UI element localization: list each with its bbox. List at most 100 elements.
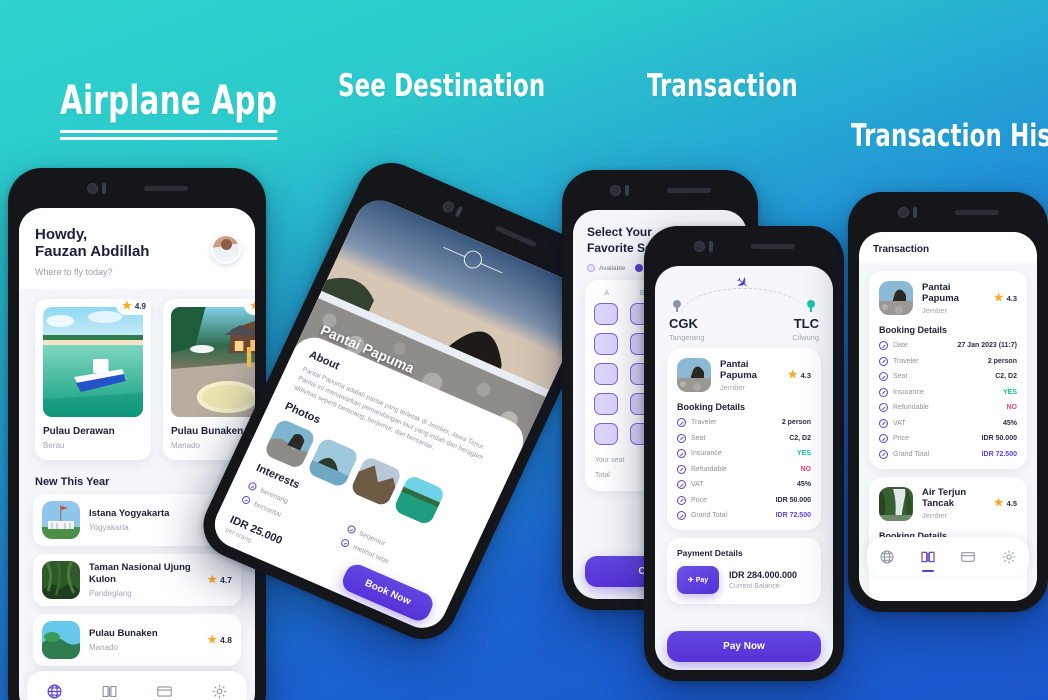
check-icon: [677, 433, 686, 443]
origin-city: Tangerang: [669, 333, 705, 342]
transaction-place: Pantai Papuma Jember ★ 4.3: [879, 281, 1017, 315]
gear-icon[interactable]: [1001, 549, 1017, 565]
book-icon[interactable]: [920, 549, 936, 572]
pay-logo-text: Pay: [695, 576, 709, 584]
check-icon: [677, 449, 686, 458]
phone-home: Howdy, Fauzan Abdillah Where to fly toda…: [8, 168, 266, 700]
detail-value: 27 Jan 2023 (11:7): [957, 342, 1017, 349]
list-item-rating: ★ 4.8: [207, 633, 232, 646]
pay-now-button[interactable]: Pay Now: [667, 631, 821, 662]
home-prompt: Where to fly today?: [35, 267, 113, 277]
card-icon[interactable]: [960, 549, 976, 565]
detail-label: VAT: [691, 481, 704, 488]
detail-label: Seat: [691, 434, 706, 442]
seat-title-line1: Select Your: [587, 225, 652, 239]
front-camera-icon: [86, 182, 106, 194]
rating-value: 4.9: [134, 302, 146, 311]
detail-label: Insurance: [893, 388, 924, 396]
detail-label: Grand Total: [893, 450, 930, 458]
avatar[interactable]: [211, 234, 241, 264]
available-dot-icon: [587, 264, 595, 272]
booking-detail-row: Traveler 2 person: [879, 356, 1017, 366]
place-text: Pantai Papuma Jember: [720, 359, 779, 392]
rating-value: 4.8: [220, 635, 232, 645]
seat-cell[interactable]: [594, 303, 618, 325]
booking-detail-row: Price IDR 50.000: [677, 495, 811, 505]
transaction-page-title: Transaction: [859, 232, 1037, 263]
check-icon: [677, 511, 686, 520]
star-icon: ★: [250, 300, 255, 312]
detail-value: C2, D2: [789, 434, 811, 442]
list-item-name: Taman Nasional Ujung Kulon: [89, 562, 191, 585]
booking-detail-row: Date 27 Jan 2023 (11:7): [879, 341, 1017, 350]
seat-col-label: A: [604, 290, 610, 297]
detail-label: VAT: [893, 419, 906, 427]
detail-value: YES: [796, 450, 811, 457]
featured-destinations: ★ 4.9 Pulau Derawan Berau ★ Pulau Bunake…: [19, 289, 255, 464]
booking-detail-row: VAT 45%: [879, 418, 1017, 428]
detail-value: IDR 72.500: [775, 512, 811, 519]
booking-detail-row: VAT 45%: [677, 480, 811, 489]
heading-airplane-app-text: Airplane App: [60, 78, 278, 124]
detail-value: YES: [1002, 388, 1017, 396]
booking-detail-row: Grand Total IDR 72.500: [879, 449, 1017, 459]
booking-detail-row: Seat C2, D2: [879, 372, 1017, 381]
check-icon: [879, 434, 888, 443]
seat-cell[interactable]: [594, 393, 618, 415]
origin-block: CGK Tangerang: [669, 316, 704, 342]
booking-detail-row: Seat C2, D2: [677, 433, 811, 443]
booking-detail-row: Insurance YES: [879, 387, 1017, 397]
card-icon[interactable]: [156, 683, 173, 700]
gallery-photo[interactable]: [349, 455, 403, 508]
balance-amount: IDR 284.000.000: [729, 570, 798, 580]
detail-value: 45%: [796, 481, 811, 488]
gear-icon[interactable]: [211, 683, 228, 700]
detail-label: Refundable: [893, 404, 929, 411]
seat-column: [594, 303, 618, 445]
bottom-navigation: [27, 671, 247, 700]
booking-detail-row: Price IDR 50.000: [879, 434, 1017, 443]
balance-block: IDR 284.000.000 Current Balance: [729, 570, 797, 590]
gallery-photo[interactable]: [392, 473, 447, 527]
detail-label: Grand Total: [691, 512, 728, 519]
flight-route: ✈ CGK Tangerang TLC Cilwung: [655, 266, 833, 342]
destination-card[interactable]: ★ 4.9 Pulau Derawan Berau: [35, 299, 151, 460]
gallery-photo[interactable]: [263, 417, 317, 470]
user-name: Fauzan Abdillah: [35, 243, 150, 260]
booking-detail-row: Refundable NO: [677, 464, 811, 474]
star-icon: ★: [207, 633, 218, 646]
pay-now-wrap: Pay Now: [667, 631, 821, 662]
check-icon: [879, 387, 888, 397]
list-item-location: Yogyakarta: [89, 523, 129, 532]
route-arc: [681, 288, 807, 314]
seat-cell[interactable]: [594, 423, 618, 445]
destination-location: Berau: [43, 441, 65, 450]
book-icon[interactable]: [101, 683, 118, 700]
gallery-photo[interactable]: [306, 436, 360, 489]
detail-value: IDR 50.000: [981, 435, 1017, 442]
place-text: Air Terjun Tancak Jember: [922, 487, 985, 520]
earpiece-speaker: [750, 243, 795, 249]
place-thumbnail: [879, 281, 913, 315]
destination-image: [171, 307, 255, 417]
seat-cell[interactable]: [594, 333, 618, 355]
transaction-card[interactable]: Pantai Papuma Jember ★ 4.3 Booking Detai…: [869, 271, 1027, 469]
list-item[interactable]: Taman Nasional Ujung Kulon Pandeglang ★ …: [33, 554, 241, 606]
globe-icon[interactable]: [879, 549, 895, 565]
check-icon: [879, 356, 888, 366]
globe-icon[interactable]: [46, 683, 63, 700]
heading-transaction: Transaction: [647, 68, 798, 104]
destination-pin-icon: [807, 300, 815, 312]
detail-label: Traveler: [691, 419, 717, 426]
booking-detail-row: Insurance YES: [677, 449, 811, 458]
list-item-thumbnail: [42, 501, 80, 539]
place-location: Jember: [922, 511, 948, 520]
booking-details-label: Booking Details: [677, 402, 746, 412]
bottom-navigation: [867, 537, 1029, 577]
check-icon: [677, 480, 686, 489]
payment-method-row[interactable]: ✈ Pay IDR 284.000.000 Current Balance: [677, 566, 811, 594]
home-header: Howdy, Fauzan Abdillah Where to fly toda…: [19, 208, 255, 289]
seat-cell[interactable]: [594, 363, 618, 385]
detail-label: Insurance: [691, 450, 722, 457]
list-item[interactable]: Pulau Bunaken Manado ★ 4.8: [33, 614, 241, 666]
